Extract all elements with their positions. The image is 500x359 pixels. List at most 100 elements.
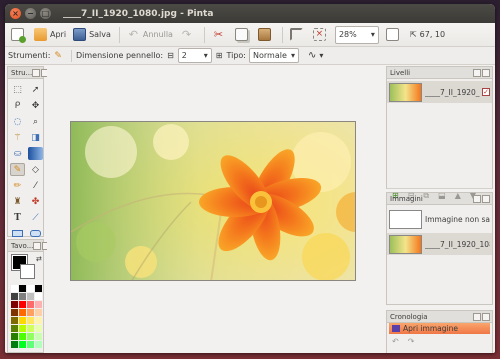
line-icon[interactable]: ⟋ [28,211,43,224]
chevron-down-icon[interactable]: ▾ [319,51,323,60]
palette-color-swatch[interactable] [11,301,18,308]
panel-close-icon[interactable] [482,68,490,77]
image-item-active[interactable]: ____7_II_1920_1080.jpg [387,233,492,255]
zoom-icon[interactable]: ⌕ [28,115,43,128]
palette-color-swatch[interactable] [19,317,26,324]
paintbrush-icon[interactable]: ✎ [10,163,25,176]
palette-color-swatch[interactable] [19,301,26,308]
new-button[interactable] [8,25,30,45]
move-layer-up-icon[interactable]: ▲ [455,191,461,200]
palette-color-swatch[interactable] [11,317,18,324]
image-size-button[interactable] [383,25,405,45]
palette-color-swatch[interactable] [35,325,42,332]
palette-color-swatch[interactable] [11,341,18,348]
maximize-window-icon[interactable]: □ [40,8,51,19]
palette-color-swatch[interactable] [19,285,26,292]
deselect-button[interactable]: × [310,25,332,45]
cursor-coordinates: 67, 10 [419,30,446,39]
palette-color-swatch[interactable] [27,285,34,292]
lasso-icon[interactable]: ᑭ [10,99,25,112]
palette-color-swatch[interactable] [11,325,18,332]
copy-button[interactable] [232,25,254,45]
panel-close-icon[interactable] [482,312,490,321]
redo-button[interactable]: ↷ [177,25,199,45]
canvas-area[interactable] [47,66,384,353]
palette-color-swatch[interactable] [35,341,42,348]
palette-color-swatch[interactable] [19,325,26,332]
window-title: ____7_II_1920_1080.jpg - Pinta [63,8,214,19]
layer-visible-checkbox[interactable]: ✓ [482,88,490,96]
pan-icon[interactable]: ◨ [28,131,43,144]
merge-layer-icon[interactable]: ⬓ [438,191,446,200]
palette-color-swatch[interactable] [27,333,34,340]
palette-color-swatch[interactable] [27,301,34,308]
secondary-color-swatch[interactable] [20,264,35,279]
rectangle-select-icon[interactable]: ⬚ [10,83,25,96]
primary-secondary-colors[interactable]: ⇄ [11,254,43,283]
eraser-icon[interactable]: ◇ [28,163,43,176]
palette-color-swatch[interactable] [35,333,42,340]
swap-colors-icon[interactable]: ⇄ [36,255,42,263]
panel-close-icon[interactable] [482,194,490,203]
text-icon[interactable]: T [10,211,25,224]
color-picker-icon[interactable]: ⁄ [28,179,43,192]
palette-color-swatch[interactable] [35,285,42,292]
undo-icon[interactable]: ↶ [392,337,399,346]
ellipse-select-icon[interactable]: ◌ [10,115,25,128]
gradient-icon[interactable] [28,147,43,160]
palette-color-swatch[interactable] [27,317,34,324]
antialias-icon[interactable]: ∿ [308,50,316,61]
palette-color-swatch[interactable] [19,293,26,300]
palette-color-swatch[interactable] [19,341,26,348]
canvas-image[interactable] [70,121,356,281]
close-window-icon[interactable]: × [10,8,21,19]
palette-color-swatch[interactable] [27,341,34,348]
history-item[interactable]: Apri immagine [389,323,490,334]
palette-color-swatch[interactable] [11,333,18,340]
cut-button[interactable]: ✂ [209,25,231,45]
panel-float-icon[interactable] [32,68,41,77]
clone-stamp-icon[interactable]: ♜ [10,195,25,208]
open-button[interactable]: Apri [31,25,69,45]
layers-panel-title-text: Livelli [390,68,411,77]
panel-float-icon[interactable] [473,68,481,77]
history-item-label: Apri immagine [403,324,458,333]
palette-color-swatch[interactable] [19,333,26,340]
layer-item[interactable]: ____7_II_1920_1080 ✓ [387,81,492,103]
paint-bucket-icon[interactable]: ⛀ [10,147,25,160]
palette-color-swatch[interactable] [35,309,42,316]
crop-button[interactable] [287,25,309,45]
image-item[interactable]: Immagine non salvata [387,208,492,230]
magic-wand-icon[interactable]: ⚚ [10,131,25,144]
type-combo[interactable]: Normale ▾ [249,48,299,63]
duplicate-layer-icon[interactable]: ⧉ [423,191,429,201]
palette-color-swatch[interactable] [27,325,34,332]
redo-icon[interactable]: ↷ [408,337,415,346]
move-select-icon[interactable]: ➚ [28,83,43,96]
save-button[interactable]: Salva [70,25,114,45]
zoom-combo[interactable]: 28% ▾ [334,25,379,44]
undo-button[interactable]: ↶ Annulla [124,25,176,45]
minimize-window-icon[interactable]: − [25,8,36,19]
recolor-icon[interactable]: ✤ [28,195,43,208]
plus-icon[interactable]: ⊞ [216,51,223,60]
color-palette [8,283,43,350]
palette-color-swatch[interactable] [11,285,18,292]
palette-color-swatch[interactable] [35,293,42,300]
palette-color-swatch[interactable] [35,317,42,324]
brush-size-combo[interactable]: 2 ▾ [177,48,212,63]
brush-size-label: Dimensione pennello: [75,51,164,60]
panel-float-icon[interactable] [473,194,481,203]
palette-color-swatch[interactable] [19,309,26,316]
paste-button[interactable] [255,25,277,45]
palette-color-swatch[interactable] [27,309,34,316]
palette-color-swatch[interactable] [11,309,18,316]
panel-float-icon[interactable] [33,241,42,250]
palette-color-swatch[interactable] [35,301,42,308]
minus-icon[interactable]: ⊟ [167,51,174,60]
pencil-icon[interactable]: ✏ [10,179,25,192]
palette-color-swatch[interactable] [27,293,34,300]
palette-color-swatch[interactable] [11,293,18,300]
panel-float-icon[interactable] [473,312,481,321]
move-icon[interactable]: ✥ [28,99,43,112]
